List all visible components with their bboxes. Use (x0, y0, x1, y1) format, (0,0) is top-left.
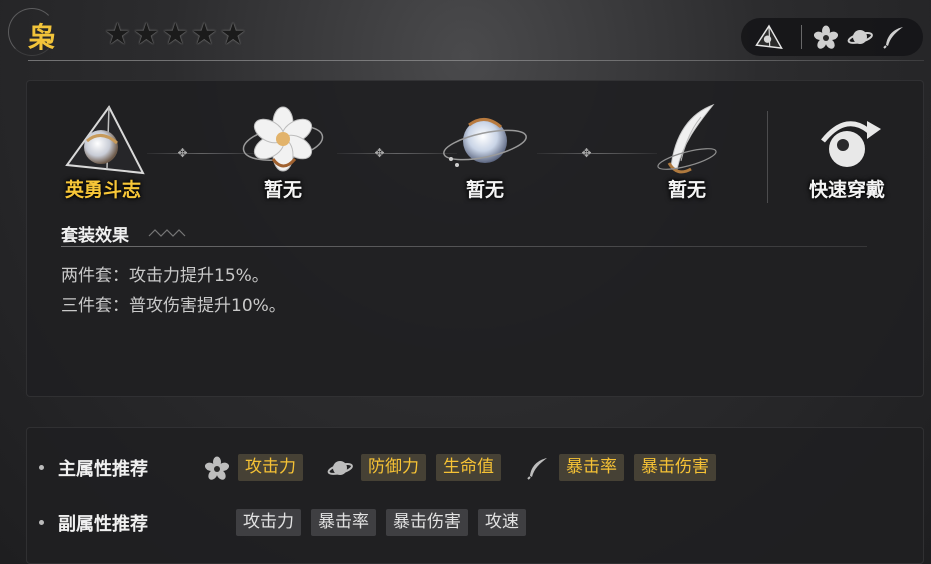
connector-node-icon: ✥ (581, 146, 592, 160)
star-icon: ★ (104, 17, 131, 52)
slot-feather[interactable]: 暂无 (627, 103, 747, 201)
connector-node-icon: ✥ (374, 146, 385, 160)
quick-equip-button[interactable]: 快速穿戴 (787, 103, 907, 201)
slot-flower[interactable]: 暂无 (223, 103, 343, 201)
star-icon: ★ (161, 17, 189, 52)
stat-tag: 攻击力 (238, 454, 303, 481)
character-name: 枭 (28, 21, 58, 54)
pyramid-orb-icon (65, 105, 145, 175)
pyramid-icon[interactable] (755, 23, 783, 51)
stat-tag: 暴击伤害 (634, 454, 716, 481)
bullet-icon (39, 520, 44, 525)
feather-icon (657, 103, 717, 174)
main-stat-recommendation: 主属性推荐 攻击力 防御力 生命值 暴击率 暴击伤害 (39, 454, 726, 481)
quick-equip-icon (821, 121, 881, 167)
stat-tag: 暴击伤害 (386, 509, 468, 536)
stat-tag: 攻速 (478, 509, 526, 536)
quick-equip-label: 快速穿戴 (808, 179, 885, 201)
slot-pyramid[interactable]: 英勇斗志 (43, 103, 163, 201)
stat-tag: 生命值 (436, 454, 501, 481)
connector-node-icon: ✥ (177, 146, 188, 160)
star-icon: ★ (190, 17, 218, 52)
slot-label: 暂无 (667, 179, 706, 201)
main-stat-label: 主属性推荐 (58, 458, 148, 480)
set-effect-line: 两件套：攻击力提升15%。 (61, 266, 269, 286)
slot-divider (767, 111, 768, 203)
flower-icon[interactable] (812, 23, 840, 51)
stat-tag: 攻击力 (236, 509, 301, 536)
star-rating: ★ ★ ★ ★ ★ (104, 20, 247, 50)
equipment-slots: ✥ ✥ ✥ 英勇斗志 暂无 暂无 暂无 快速穿戴 (27, 81, 923, 211)
equipment-panel: ✥ ✥ ✥ 英勇斗志 暂无 暂无 暂无 快速穿戴 套装效果 两件套：攻击力提升1… (26, 80, 924, 397)
stat-tag: 防御力 (361, 454, 426, 481)
recommendation-panel: 主属性推荐 攻击力 防御力 生命值 暴击率 暴击伤害 副属性推荐 攻击力 暴击率… (26, 427, 924, 564)
planet-icon (327, 455, 353, 481)
planet-icon[interactable] (846, 23, 874, 51)
set-effects-title: 套装效果 (61, 226, 129, 246)
slot-label: 暂无 (263, 179, 302, 201)
star-icon: ★ (132, 17, 160, 52)
title-decoration (148, 229, 186, 237)
header-divider (28, 60, 924, 61)
bullet-icon (39, 465, 44, 470)
slot-label: 暂无 (465, 179, 504, 201)
flower-icon (204, 455, 230, 481)
sub-stat-label: 副属性推荐 (58, 513, 148, 535)
slot-label: 英勇斗志 (64, 179, 141, 201)
filter-separator (801, 25, 802, 49)
feather-icon (525, 455, 551, 481)
sub-stat-recommendation: 副属性推荐 攻击力 暴击率 暴击伤害 攻速 (39, 509, 536, 536)
slot-planet[interactable]: 暂无 (425, 103, 545, 201)
slot-filter-bar (741, 18, 923, 56)
star-icon: ★ (219, 17, 247, 52)
header: 枭 ★ ★ ★ ★ ★ (0, 0, 931, 70)
flower-icon (242, 106, 324, 172)
set-effect-line: 三件套：普攻伤害提升10%。 (61, 296, 286, 316)
set-effects-divider (61, 246, 867, 247)
feather-icon[interactable] (880, 23, 908, 51)
stat-tag: 暴击率 (311, 509, 376, 536)
planet-orb-icon (443, 118, 527, 167)
stat-tag: 暴击率 (559, 454, 624, 481)
